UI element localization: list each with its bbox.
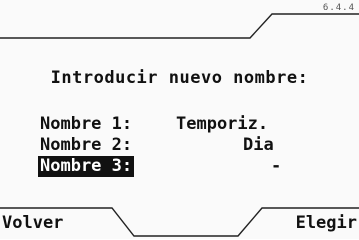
version-number: 6.4.4 xyxy=(322,3,355,13)
back-button[interactable]: Volver xyxy=(2,213,63,233)
name-label-1: Nombre 1: xyxy=(40,114,133,134)
header-divider xyxy=(0,13,359,39)
name-row-1[interactable]: Nombre 1: Temporiz. xyxy=(38,114,268,135)
select-button[interactable]: Elegir xyxy=(296,213,357,233)
name-row-3[interactable]: Nombre 3: - xyxy=(38,156,281,177)
name-row-2[interactable]: Nombre 2: Dia xyxy=(38,135,274,156)
lcd-screen: 6.4.4 Introducir nuevo nombre: Nombre 1:… xyxy=(0,0,359,239)
name-prompt: Introducir nuevo nombre: xyxy=(50,68,309,88)
name-label-3: Nombre 3: xyxy=(38,156,135,177)
name-value-2: Dia xyxy=(243,135,274,155)
name-value-3: - xyxy=(271,156,282,176)
name-value-1: Temporiz. xyxy=(176,114,269,134)
name-label-2: Nombre 2: xyxy=(40,135,133,155)
